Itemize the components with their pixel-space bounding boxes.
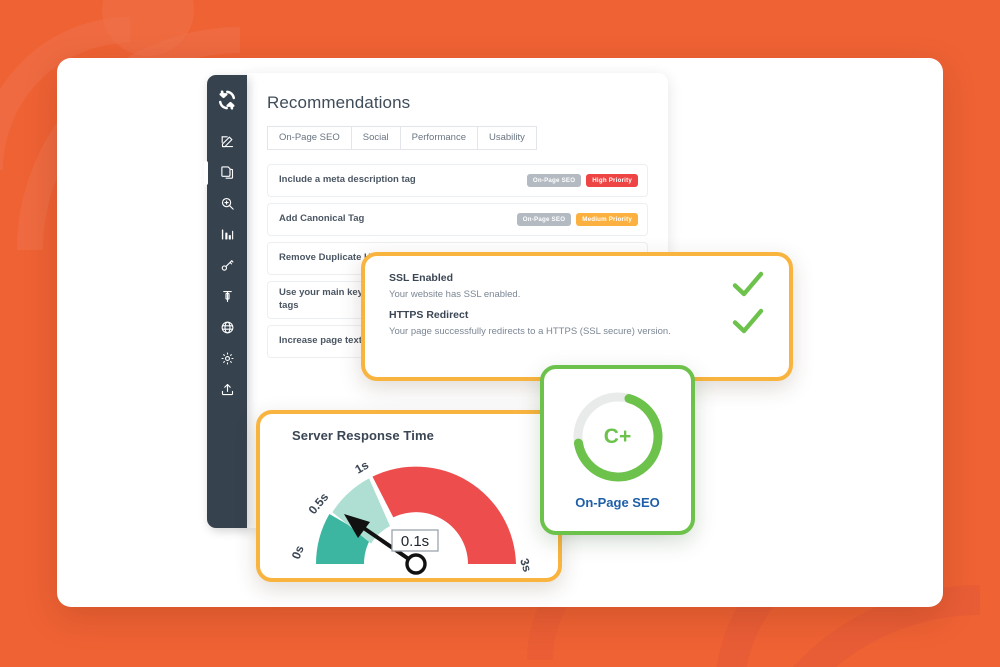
badge-group: On-Page SEO Medium Priority bbox=[516, 213, 638, 226]
seo-grade-label: C+ bbox=[603, 425, 632, 448]
recommendation-title: Include a meta description tag bbox=[279, 174, 416, 186]
status-badge: High Priority bbox=[586, 174, 638, 187]
gear-settings-icon bbox=[220, 351, 235, 366]
search-magnifier-plus-icon bbox=[220, 196, 235, 211]
page-title: Recommendations bbox=[267, 93, 411, 112]
ssl-check-name: HTTPS Redirect bbox=[389, 309, 469, 321]
sidebar-item-settings[interactable] bbox=[207, 343, 247, 374]
sync-refresh-logo-icon[interactable] bbox=[214, 87, 240, 113]
table-row[interactable]: Add Canonical Tag On-Page SEO Medium Pri… bbox=[267, 203, 648, 236]
sidebar-item-measure[interactable] bbox=[207, 281, 247, 312]
sidebar-item-domains[interactable] bbox=[207, 312, 247, 343]
ruler-vertical-icon bbox=[220, 289, 235, 304]
badge-group: On-Page SEO High Priority bbox=[526, 174, 638, 187]
sidebar-icon-rail bbox=[204, 75, 247, 528]
globe-icon bbox=[220, 320, 235, 335]
recommendation-title: Add Canonical Tag bbox=[279, 213, 365, 225]
ssl-check-row: HTTPS Redirect Your page successfully re… bbox=[389, 307, 767, 340]
gauge-value-label: 0.1s bbox=[401, 533, 429, 550]
copy-pages-icon bbox=[220, 165, 235, 180]
category-badge: On-Page SEO bbox=[526, 174, 582, 187]
sidebar-item-analytics[interactable] bbox=[207, 219, 247, 250]
ssl-check-description: Your website has SSL enabled. bbox=[389, 289, 521, 300]
edit-pencil-square-icon bbox=[220, 134, 235, 149]
on-page-seo-score-card: C+ On-Page SEO bbox=[540, 365, 695, 535]
sidebar-item-export[interactable] bbox=[207, 374, 247, 405]
table-row[interactable]: Include a meta description tag On-Page S… bbox=[267, 164, 648, 197]
ssl-check-description: Your page successfully redirects to a HT… bbox=[389, 326, 671, 337]
tab-performance[interactable]: Performance bbox=[399, 126, 478, 150]
gauge-tick-05s: 0.5s bbox=[306, 490, 332, 517]
recommendation-title-line2: tags bbox=[279, 300, 299, 311]
seo-card-label: On-Page SEO bbox=[575, 495, 660, 510]
green-check-icon bbox=[731, 270, 765, 303]
tab-on-page-seo[interactable]: On-Page SEO bbox=[267, 126, 352, 150]
key-icon bbox=[220, 258, 235, 273]
ssl-status-card: SSL Enabled Your website has SSL enabled… bbox=[361, 252, 793, 381]
seo-score-donut: C+ bbox=[568, 387, 668, 487]
sidebar-item-pages[interactable] bbox=[204, 157, 247, 188]
gauge-value-box: 0.1s bbox=[391, 529, 439, 552]
bar-chart-icon bbox=[220, 227, 235, 242]
tab-usability[interactable]: Usability bbox=[477, 126, 537, 150]
server-response-time-card: Server Response Time 0s 0.5s 1s 3s 0.1s bbox=[256, 410, 562, 582]
sidebar-item-edit[interactable] bbox=[207, 126, 247, 157]
gauge-tick-3s: 3s bbox=[517, 557, 535, 574]
tab-social[interactable]: Social bbox=[350, 126, 401, 150]
recommendation-title-line1: Use your main keyw bbox=[279, 287, 371, 299]
category-badge: On-Page SEO bbox=[516, 213, 572, 226]
ssl-check-row: SSL Enabled Your website has SSL enabled… bbox=[389, 270, 767, 303]
card-title: Server Response Time bbox=[292, 428, 434, 443]
upload-export-icon bbox=[220, 382, 235, 397]
status-badge: Medium Priority bbox=[576, 213, 638, 226]
sidebar-item-keywords[interactable] bbox=[207, 250, 247, 281]
sidebar-item-inspect[interactable] bbox=[207, 188, 247, 219]
gauge-tick-0s: 0s bbox=[289, 543, 307, 561]
gauge-tick-1s: 1s bbox=[353, 458, 372, 477]
tab-bar: On-Page SEO Social Performance Usability bbox=[267, 126, 648, 150]
server-response-gauge: 0s 0.5s 1s 3s 0.1s bbox=[266, 442, 556, 587]
ssl-check-name: SSL Enabled bbox=[389, 272, 453, 284]
green-check-icon bbox=[731, 307, 765, 340]
